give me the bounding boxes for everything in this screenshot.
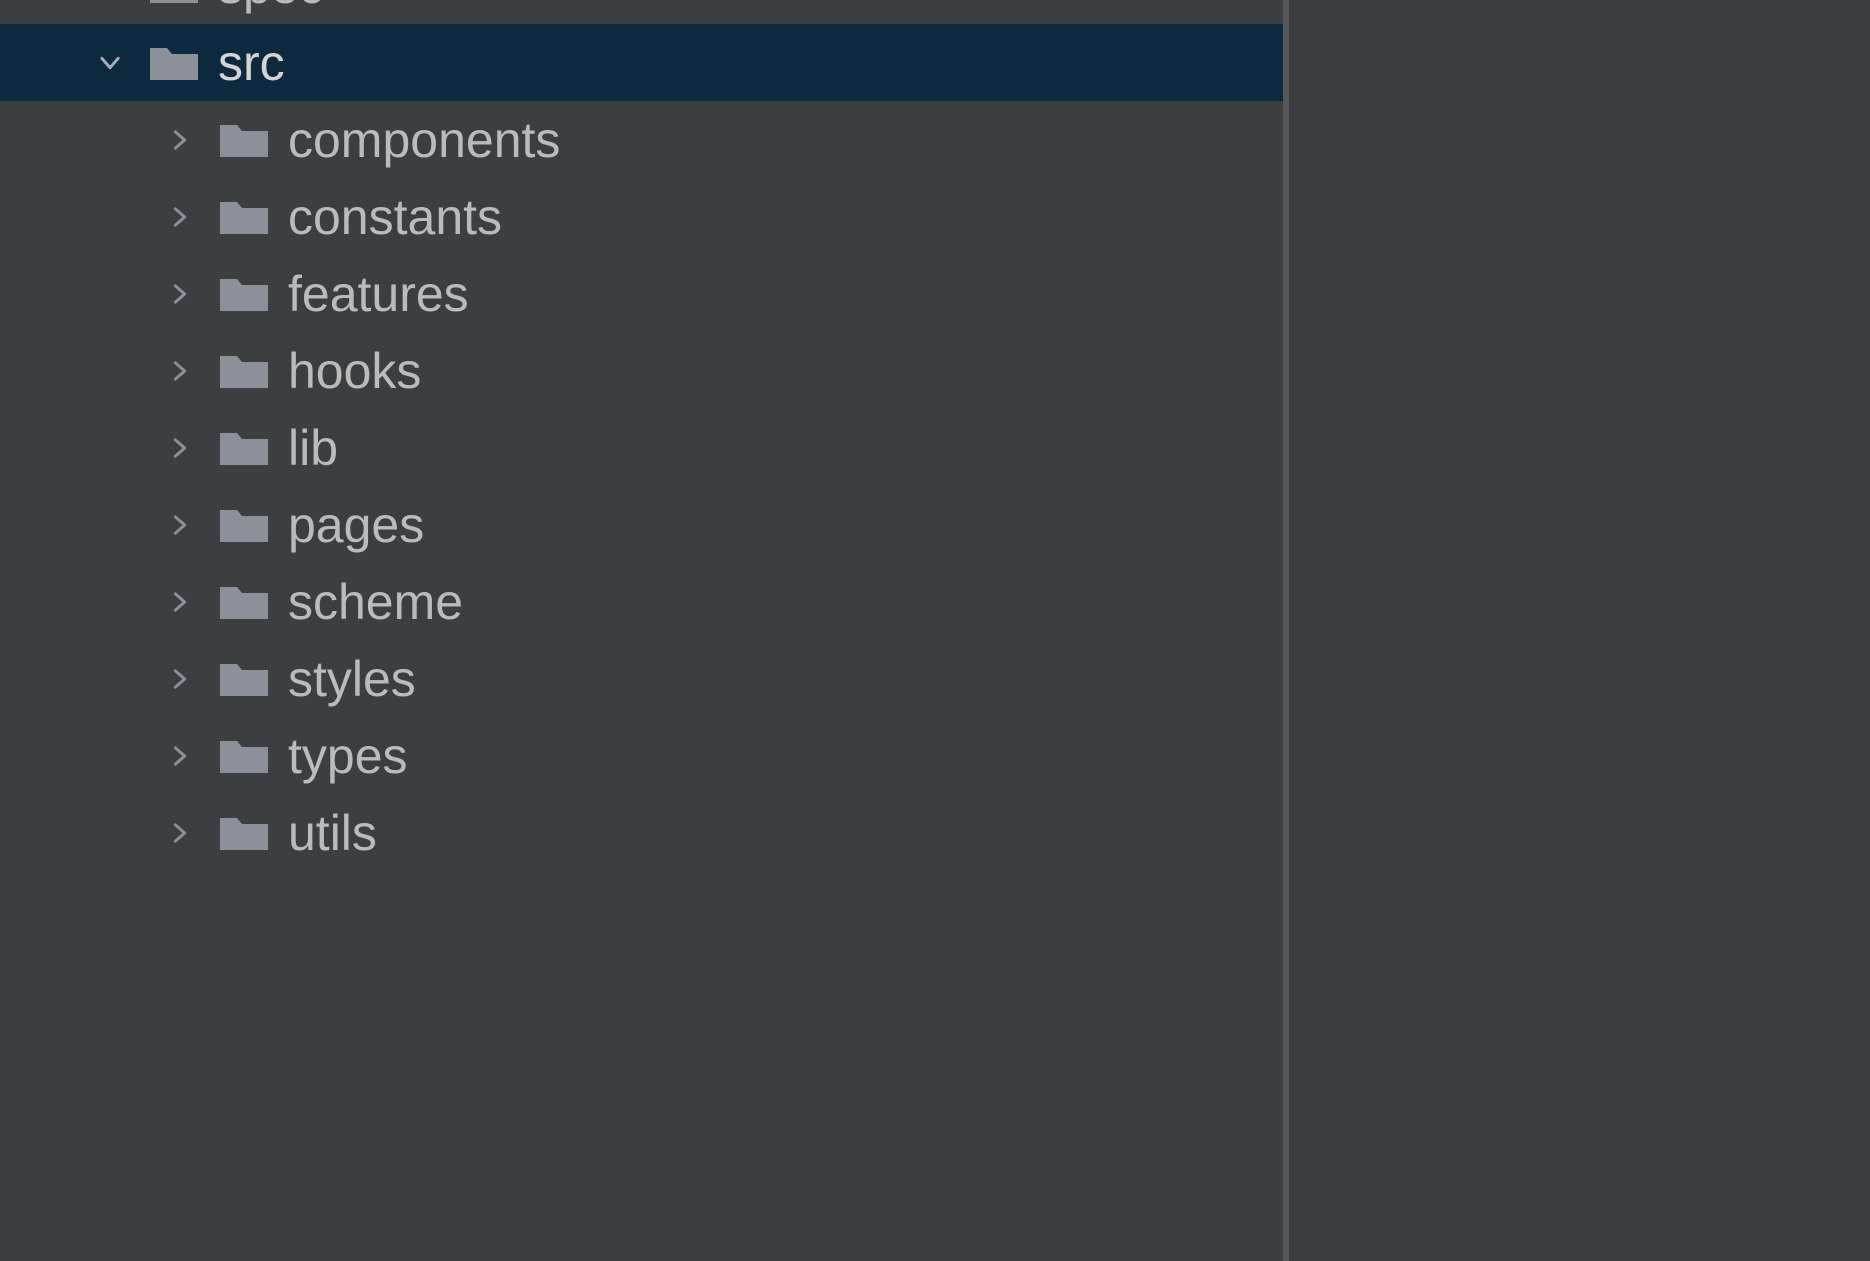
- chevron-right-icon[interactable]: [160, 736, 200, 776]
- tree-row-constants[interactable]: constants: [0, 178, 1283, 255]
- tree-row-utils[interactable]: utils: [0, 794, 1283, 871]
- folder-label: scheme: [288, 573, 463, 631]
- folder-label: lib: [288, 419, 338, 477]
- chevron-right-icon[interactable]: [160, 197, 200, 237]
- chevron-down-icon[interactable]: [90, 43, 130, 83]
- file-tree: spec src components constants: [0, 0, 1283, 1261]
- chevron-right-icon[interactable]: [160, 351, 200, 391]
- folder-icon: [218, 119, 270, 161]
- chevron-right-icon[interactable]: [160, 274, 200, 314]
- folder-label: styles: [288, 650, 416, 708]
- folder-label: components: [288, 111, 560, 169]
- tree-row-pages[interactable]: pages: [0, 486, 1283, 563]
- chevron-right-icon[interactable]: [160, 120, 200, 160]
- chevron-right-icon[interactable]: [90, 0, 130, 6]
- folder-icon: [218, 812, 270, 854]
- folder-icon: [218, 581, 270, 623]
- folder-icon: [218, 273, 270, 315]
- tree-row-hooks[interactable]: hooks: [0, 332, 1283, 409]
- folder-label: types: [288, 727, 408, 785]
- folder-label: features: [288, 265, 469, 323]
- folder-icon: [218, 350, 270, 392]
- tree-row-features[interactable]: features: [0, 255, 1283, 332]
- folder-label: spec: [218, 0, 324, 15]
- tree-row-components[interactable]: components: [0, 101, 1283, 178]
- tree-row-partial-top: spec: [0, 0, 1283, 24]
- folder-icon: [148, 42, 200, 84]
- folder-label: utils: [288, 804, 377, 862]
- panel-divider[interactable]: [1283, 0, 1870, 1261]
- chevron-right-icon[interactable]: [160, 659, 200, 699]
- chevron-right-icon[interactable]: [160, 813, 200, 853]
- folder-icon: [218, 735, 270, 777]
- folder-icon: [218, 658, 270, 700]
- tree-row[interactable]: spec: [0, 0, 1283, 24]
- tree-row-scheme[interactable]: scheme: [0, 563, 1283, 640]
- folder-icon: [218, 427, 270, 469]
- tree-row-styles[interactable]: styles: [0, 640, 1283, 717]
- folder-label: hooks: [288, 342, 421, 400]
- tree-row-lib[interactable]: lib: [0, 409, 1283, 486]
- chevron-right-icon[interactable]: [160, 505, 200, 545]
- folder-label: pages: [288, 496, 424, 554]
- tree-row-src[interactable]: src: [0, 24, 1283, 101]
- folder-label: src: [218, 34, 285, 92]
- folder-icon: [218, 196, 270, 238]
- tree-row-types[interactable]: types: [0, 717, 1283, 794]
- folder-icon: [148, 0, 200, 7]
- folder-label: constants: [288, 188, 502, 246]
- folder-icon: [218, 504, 270, 546]
- chevron-right-icon[interactable]: [160, 582, 200, 622]
- chevron-right-icon[interactable]: [160, 428, 200, 468]
